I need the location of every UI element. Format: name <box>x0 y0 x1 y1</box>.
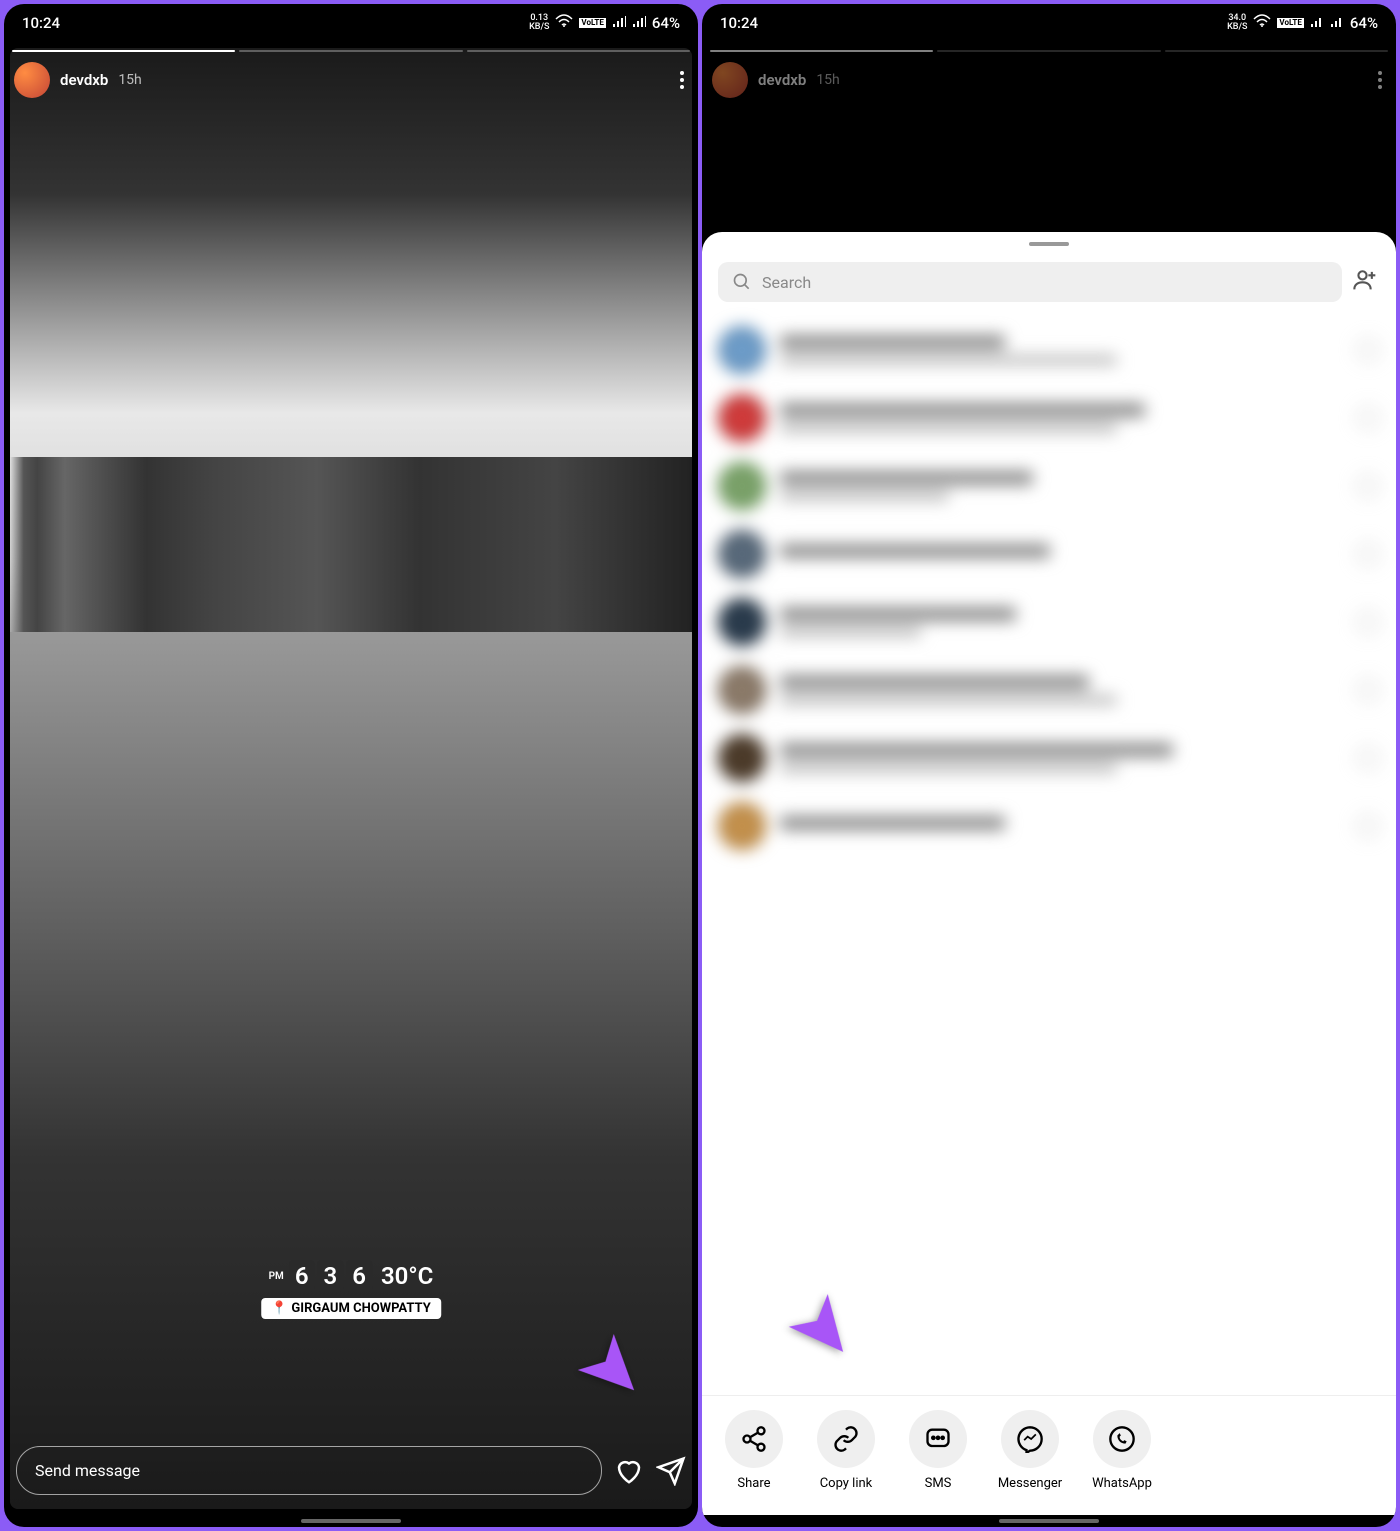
volte-icon: VoLTE <box>1277 18 1303 28</box>
search-input[interactable]: Search <box>718 262 1342 302</box>
share-send-icon[interactable] <box>656 1456 686 1486</box>
more-options-icon[interactable] <box>676 67 688 93</box>
story-progress <box>710 50 1388 52</box>
signal-icon-2 <box>1330 14 1344 32</box>
share-option-copy-link[interactable]: Copy link <box>812 1410 880 1491</box>
status-indicators: 34.0KB/S VoLTE 64% <box>1227 14 1378 32</box>
home-indicator[interactable] <box>999 1519 1099 1523</box>
user-avatar[interactable] <box>14 62 50 98</box>
story-viewer-dimmed: devdxb 15h Search <box>702 42 1396 1515</box>
message-input[interactable]: Send message <box>16 1446 602 1495</box>
contact-list-blurred <box>702 316 1396 1395</box>
status-bar: 10:24 34.0KB/S VoLTE 64% <box>702 4 1396 42</box>
share-option-share[interactable]: Share <box>720 1410 788 1491</box>
messenger-icon <box>1016 1425 1044 1453</box>
sms-icon <box>924 1425 952 1453</box>
story-header: devdxb 15h <box>14 62 688 98</box>
username: devdxb <box>758 71 806 89</box>
time-temp-sticker[interactable]: PM 6 3 6 30°C <box>269 1260 434 1292</box>
battery-percent: 64% <box>652 14 680 32</box>
story-stickers: PM 6 3 6 30°C 📍 GIRGAUM CHOWPATTY <box>261 1260 441 1319</box>
volte-icon: VoLTE <box>579 18 605 28</box>
phone-screen-1: 10:24 0.13KB/S VoLTE 64% PM 6 <box>4 4 698 1527</box>
battery-percent: 64% <box>1350 14 1378 32</box>
share-search-row: Search <box>702 256 1396 316</box>
signal-icon-2 <box>632 14 646 32</box>
share-option-messenger[interactable]: Messenger <box>996 1410 1064 1491</box>
username[interactable]: devdxb <box>60 71 108 89</box>
story-media[interactable]: PM 6 3 6 30°C 📍 GIRGAUM CHOWPATTY <box>10 48 692 1509</box>
status-bar: 10:24 0.13KB/S VoLTE 64% <box>4 4 698 42</box>
location-pin-icon: 📍 <box>271 1301 287 1316</box>
sheet-handle[interactable] <box>1029 242 1069 246</box>
home-indicator[interactable] <box>301 1519 401 1523</box>
story-progress <box>12 50 690 52</box>
create-group-icon[interactable] <box>1352 266 1380 298</box>
link-icon <box>832 1425 860 1453</box>
wifi-icon <box>555 14 573 32</box>
search-icon <box>732 272 752 292</box>
story-header: devdxb 15h <box>712 62 1386 98</box>
user-avatar <box>712 62 748 98</box>
like-icon[interactable] <box>614 1456 644 1486</box>
location-sticker[interactable]: 📍 GIRGAUM CHOWPATTY <box>261 1298 441 1319</box>
story-footer: Send message <box>16 1446 686 1495</box>
network-speed: 34.0KB/S <box>1227 14 1247 32</box>
more-options-icon <box>1374 67 1386 93</box>
status-time: 10:24 <box>720 14 758 32</box>
status-indicators: 0.13KB/S VoLTE 64% <box>529 14 680 32</box>
share-options-row: Share Copy link SMS Messenger WhatsApp <box>702 1395 1396 1515</box>
signal-icon-1 <box>612 14 626 32</box>
story-viewer[interactable]: PM 6 3 6 30°C 📍 GIRGAUM CHOWPATTY devdxb… <box>4 42 698 1515</box>
phone-screen-2: 10:24 34.0KB/S VoLTE 64% devdxb 15h S <box>702 4 1396 1527</box>
story-time: 15h <box>816 72 839 88</box>
wifi-icon <box>1253 14 1271 32</box>
signal-icon-1 <box>1310 14 1324 32</box>
share-option-sms[interactable]: SMS <box>904 1410 972 1491</box>
share-option-whatsapp[interactable]: WhatsApp <box>1088 1410 1156 1491</box>
story-time: 15h <box>118 72 141 88</box>
share-icon <box>740 1425 768 1453</box>
status-time: 10:24 <box>22 14 60 32</box>
whatsapp-icon <box>1108 1425 1136 1453</box>
network-speed: 0.13KB/S <box>529 14 549 32</box>
